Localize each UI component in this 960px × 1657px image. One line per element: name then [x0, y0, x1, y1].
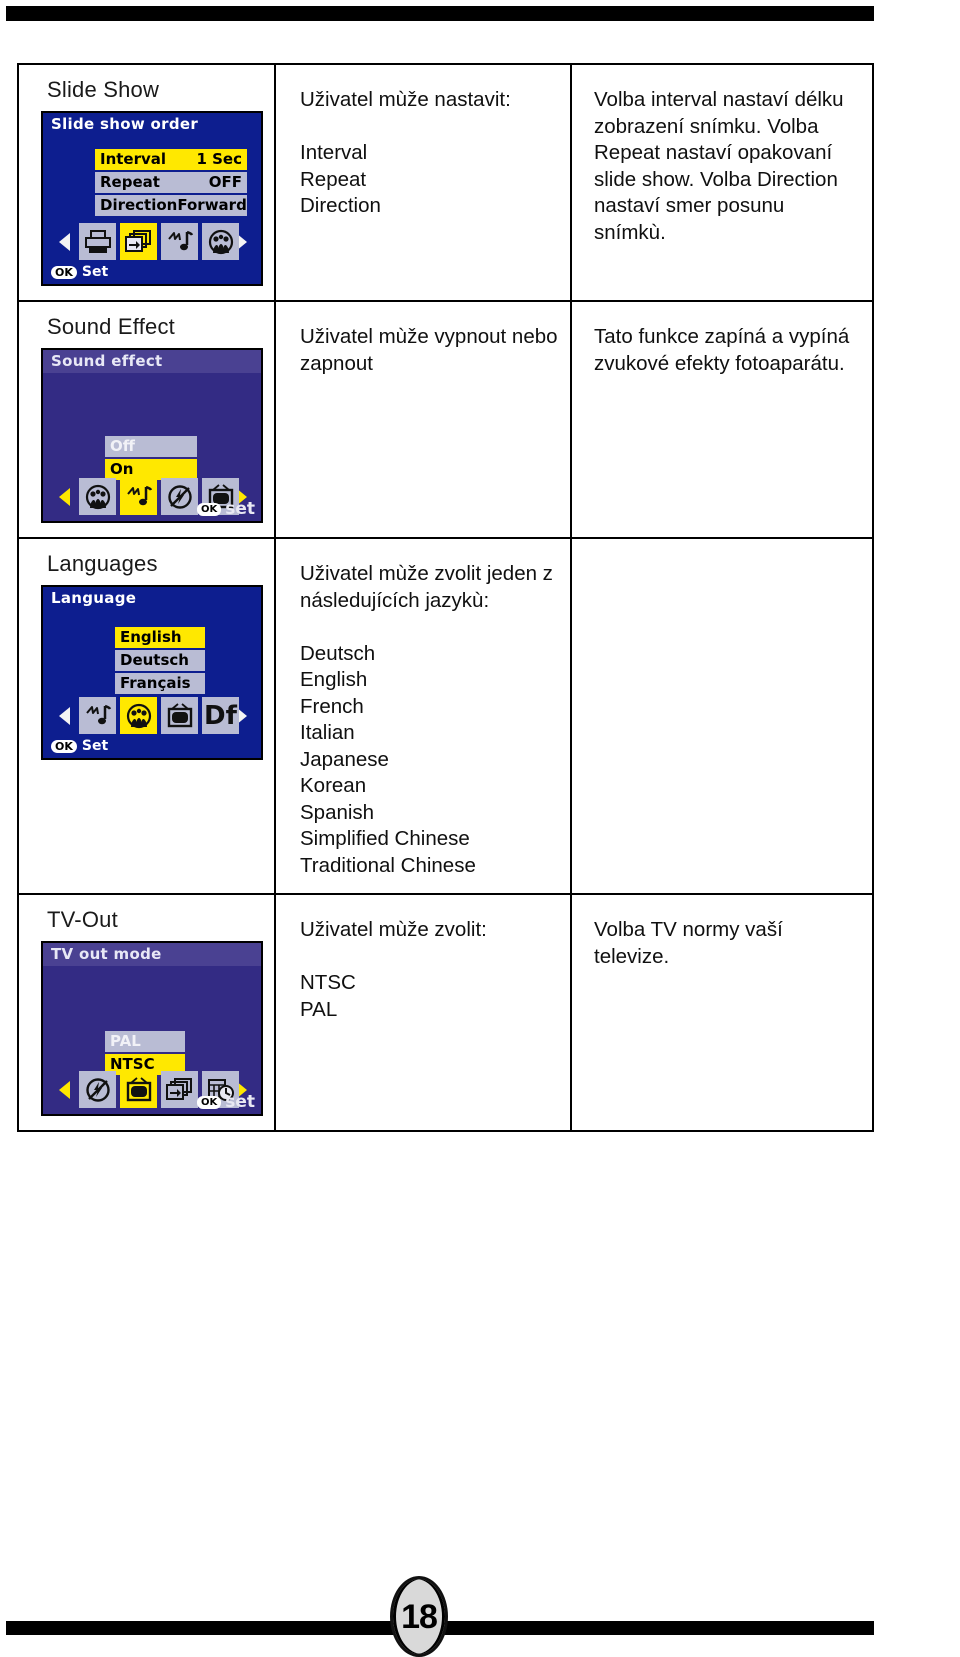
ok-badge: OK [196, 1095, 222, 1109]
table-row: Languages Language English Deutsch Franç… [17, 537, 874, 895]
menu-item-label: Repeat [100, 173, 160, 191]
menu-item-label: English [120, 628, 182, 646]
screen-footer-set: OK set [196, 499, 255, 519]
screen-menu-list: English Deutsch Français [115, 627, 205, 696]
camera-screen-slide-show: Slide show order Interval 1 Sec Repeat O… [41, 111, 263, 286]
page-number: 18 [390, 1576, 448, 1657]
menu-item-value: Forward [177, 196, 247, 214]
tv-icon[interactable] [161, 697, 198, 734]
screenshot-cell: Sound Effect Sound effect Off On OK set [17, 300, 276, 539]
menu-item-label: On [110, 460, 134, 478]
slideshow-icon[interactable] [120, 223, 157, 260]
middle-text-cell: Uživatel mùže nastavit: Interval Repeat … [274, 63, 572, 302]
prev-arrow-icon[interactable] [59, 488, 70, 506]
menu-item-label: Français [120, 674, 191, 692]
row-label-languages: Languages [47, 551, 158, 576]
ok-badge: OK [51, 265, 77, 279]
menu-item-value: 1 Sec [196, 150, 242, 168]
ok-badge: OK [51, 739, 77, 753]
screen-title: Slide show order [51, 115, 199, 133]
menu-item[interactable]: Français [115, 673, 205, 694]
camera-screen-sound-effect: Sound effect Off On OK set [41, 348, 263, 523]
screen-title: TV out mode [43, 943, 261, 966]
middle-text-cell: Uživatel mùže zvolit: NTSC PAL [274, 893, 572, 1132]
prev-arrow-icon[interactable] [59, 233, 70, 251]
set-label: Set [81, 264, 109, 280]
menu-item-label: Off [110, 437, 135, 455]
row-label-slide-show: Slide Show [47, 77, 160, 102]
menu-item-value: OFF [208, 173, 242, 191]
right-text-cell: Volba interval nastaví délku zobrazení s… [570, 63, 874, 302]
sound-icon[interactable] [161, 223, 198, 260]
table-row: TV-Out TV out mode PAL NTSC OK set Uživa… [17, 893, 874, 1132]
menu-item[interactable]: Deutsch [115, 650, 205, 671]
screen-title: Language [51, 589, 137, 607]
slideshow-icon[interactable] [161, 1071, 198, 1108]
menu-item[interactable]: English [115, 627, 205, 648]
menu-item-label: Direction [100, 196, 178, 214]
user-options-text: Uživatel mùže zvolit: NTSC PAL [300, 918, 487, 1021]
page-top-rule [6, 6, 874, 21]
sound-icon[interactable] [120, 478, 157, 515]
row-label-tv-out: TV-Out [47, 907, 118, 932]
menu-item[interactable]: On [105, 459, 197, 480]
user-options-text: Uživatel mùže nastavit: Interval Repeat … [300, 88, 511, 217]
df-glyph: Df [204, 700, 237, 731]
language-icon[interactable] [202, 223, 239, 260]
screen-menu-list: Off On [105, 436, 197, 482]
user-options-text: Uživatel mùže zvolit jeden z následující… [300, 562, 553, 877]
tv-icon[interactable] [120, 1071, 157, 1108]
page-number-value: 18 [401, 1597, 438, 1636]
right-text-cell: Volba TV normy vaší televize. [570, 893, 874, 1132]
middle-text-cell: Uživatel mùže zvolit jeden z následující… [274, 537, 572, 895]
sound-icon[interactable] [79, 697, 116, 734]
menu-item[interactable]: Off [105, 436, 197, 457]
screen-icon-strip: Df [79, 697, 239, 734]
screenshot-cell: Languages Language English Deutsch Franç… [17, 537, 276, 895]
screenshot-cell: Slide Show Slide show order Interval 1 S… [17, 63, 276, 302]
flash-off-icon[interactable] [79, 1071, 116, 1108]
prev-arrow-icon[interactable] [59, 1081, 70, 1099]
menu-item-label: Deutsch [120, 651, 189, 669]
table-row: Slide Show Slide show order Interval 1 S… [17, 63, 874, 302]
table-row: Sound Effect Sound effect Off On OK set … [17, 300, 874, 539]
screen-footer-set: OK Set [51, 264, 108, 280]
camera-screen-languages: Language English Deutsch Français Df OK … [41, 585, 263, 760]
menu-item-label: PAL [110, 1032, 141, 1050]
menu-item[interactable]: Interval 1 Sec [95, 149, 247, 170]
screen-title: Sound effect [43, 350, 261, 373]
prev-arrow-icon[interactable] [59, 707, 70, 725]
screen-footer-set: OK Set [51, 738, 108, 754]
description-text: Tato funkce zapíná a vypíná zvukové efek… [594, 325, 850, 375]
middle-text-cell: Uživatel mùže vypnout nebo zapnout [274, 300, 572, 539]
screen-footer-set: OK set [196, 1092, 255, 1112]
printer-icon[interactable] [79, 223, 116, 260]
set-label: set [225, 499, 255, 519]
right-text-cell [570, 537, 874, 895]
set-label: set [225, 1092, 255, 1112]
description-text: Volba interval nastaví délku zobrazení s… [594, 88, 844, 244]
language-icon[interactable] [79, 478, 116, 515]
screen-icon-strip [79, 223, 239, 260]
menu-item[interactable]: Direction Forward [95, 195, 247, 216]
menu-item[interactable]: Repeat OFF [95, 172, 247, 193]
df-icon[interactable]: Df [202, 697, 239, 734]
camera-screen-tv-out: TV out mode PAL NTSC OK set [41, 941, 263, 1116]
menu-item-label: Interval [100, 150, 167, 168]
description-text: Volba TV normy vaší televize. [594, 918, 783, 968]
menu-item[interactable]: PAL [105, 1031, 185, 1052]
ok-badge: OK [196, 502, 222, 516]
screen-menu-list: Interval 1 Sec Repeat OFF Direction Forw… [95, 149, 247, 218]
screenshot-cell: TV-Out TV out mode PAL NTSC OK set [17, 893, 276, 1132]
row-label-sound-effect: Sound Effect [47, 314, 175, 339]
language-icon[interactable] [120, 697, 157, 734]
flash-off-icon[interactable] [161, 478, 198, 515]
user-options-text: Uživatel mùže vypnout nebo zapnout [300, 325, 558, 375]
settings-table: Slide Show Slide show order Interval 1 S… [17, 63, 874, 1132]
right-text-cell: Tato funkce zapíná a vypíná zvukové efek… [570, 300, 874, 539]
set-label: Set [81, 738, 109, 754]
